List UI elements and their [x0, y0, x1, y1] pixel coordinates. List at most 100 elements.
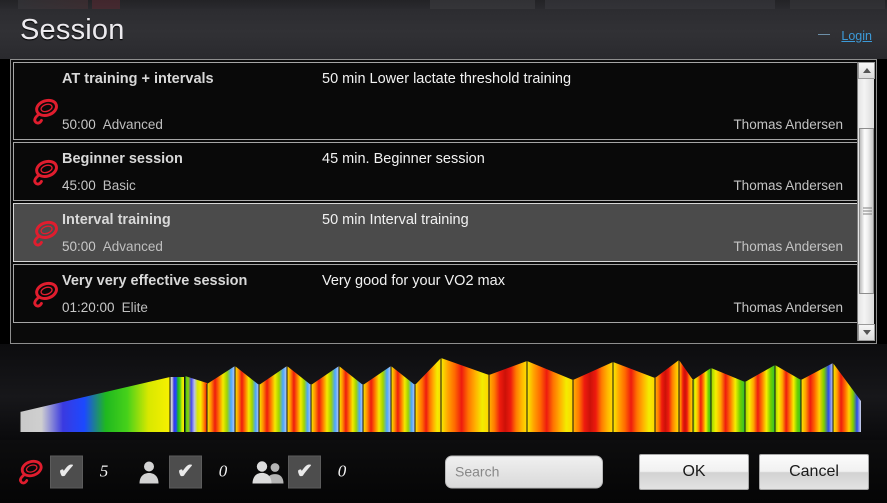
intensity-profile-canvas: [19, 358, 861, 432]
session-author: Thomas Andersen: [733, 117, 843, 132]
session-lasso-icon: [28, 218, 62, 248]
session-author: Thomas Andersen: [733, 300, 843, 315]
session-dialog: Session Login AT training + intervals 50 …: [0, 0, 887, 503]
session-description: Very good for your VO2 max: [322, 273, 505, 289]
filter-checkbox[interactable]: ✔: [169, 455, 202, 488]
bleed-blotch: [18, 0, 88, 9]
dialog-header: Session Login: [0, 9, 887, 59]
cancel-button[interactable]: Cancel: [759, 453, 869, 490]
intensity-bar: [833, 363, 861, 432]
session-meta: 50:00 Advanced: [62, 117, 163, 132]
session-author: Thomas Andersen: [733, 239, 843, 254]
session-level: Elite: [121, 300, 148, 315]
check-icon: ✔: [177, 460, 194, 483]
training-intensity-profile: [0, 344, 887, 440]
session-author: Thomas Andersen: [733, 178, 843, 193]
intensity-bar: [801, 363, 833, 432]
session-level: Advanced: [102, 117, 163, 132]
session-level: Basic: [102, 178, 136, 193]
intensity-bar: [170, 377, 184, 432]
filter-checkbox[interactable]: ✔: [288, 455, 321, 488]
minimize-dash-icon[interactable]: [818, 33, 831, 35]
session-list-item[interactable]: Beginner session 45 min. Beginner session…: [13, 142, 858, 201]
session-title: Beginner session: [62, 151, 183, 167]
page-title: Session: [20, 14, 125, 46]
session-lasso-icon: [33, 220, 58, 246]
intensity-bar: [489, 361, 527, 432]
session-description: 50 min Interval training: [322, 212, 469, 228]
intensity-bar: [613, 362, 655, 432]
intensity-bar: [693, 368, 711, 432]
session-list-panel: AT training + intervals 50 min Lower lact…: [10, 59, 877, 344]
intensity-bar: [20, 377, 170, 432]
session-meta: 01:20:00 Elite: [62, 300, 148, 315]
scroll-down-arrow-icon: [862, 330, 871, 335]
filter-counter-group: ✔ 0: [252, 455, 357, 488]
session-list-scrollbar[interactable]: [857, 62, 875, 341]
intensity-bar: [235, 366, 259, 432]
filter-count: 0: [218, 461, 228, 481]
intensity-bar: [207, 366, 235, 432]
intensity-bar: [711, 368, 745, 432]
intensity-bar: [391, 366, 415, 432]
bleed-blotch: [545, 0, 775, 9]
session-list-item[interactable]: Interval training 50 min Interval trainin…: [13, 203, 858, 262]
ok-button[interactable]: OK: [639, 453, 749, 490]
search-box[interactable]: [445, 455, 603, 488]
session-duration: 01:20:00: [62, 300, 115, 315]
person-icon: [139, 461, 159, 484]
session-list-item[interactable]: AT training + intervals 50 min Lower lact…: [13, 62, 858, 140]
grip-lines-icon: [863, 207, 872, 215]
session-lasso-icon: [28, 157, 62, 187]
session-level: Advanced: [102, 239, 163, 254]
header-actions: Login: [818, 29, 875, 43]
session-title: AT training + intervals: [62, 71, 214, 87]
check-icon: ✔: [296, 460, 313, 483]
people-group-icon: [252, 457, 284, 487]
filter-count: 0: [337, 461, 347, 481]
intensity-bar: [655, 360, 679, 432]
session-lasso-icon: [19, 459, 43, 485]
session-description: 50 min Lower lactate threshold training: [322, 71, 572, 87]
filter-counters: ✔ 5 ✔ 0 ✔ 0: [14, 455, 371, 488]
intensity-bar: [287, 366, 311, 432]
session-duration: 50:00: [62, 239, 96, 254]
session-list[interactable]: AT training + intervals 50 min Lower lact…: [13, 62, 858, 341]
dialog-footer: ✔5✔0✔0 OK Cancel: [0, 440, 887, 503]
person-icon: [133, 457, 165, 487]
scrollbar-thumb[interactable]: [859, 128, 874, 294]
intensity-bar: [415, 358, 441, 432]
filter-count: 5: [99, 461, 109, 481]
session-lasso-icon: [33, 98, 58, 125]
intensity-bar: [339, 366, 363, 432]
session-duration: 45:00: [62, 178, 96, 193]
filter-counter-group: ✔ 0: [133, 455, 238, 488]
bleed-blotch: [92, 0, 120, 9]
intensity-bar: [527, 361, 573, 432]
intensity-bar: [775, 365, 801, 432]
session-duration: 50:00: [62, 117, 96, 132]
intensity-bar: [745, 365, 775, 432]
scroll-down-button[interactable]: [858, 324, 875, 341]
filter-checkbox[interactable]: ✔: [50, 455, 83, 488]
people-group-icon: [252, 461, 284, 484]
intensity-bar: [441, 358, 489, 432]
intensity-bar: [679, 360, 693, 432]
session-title: Very very effective session: [62, 273, 248, 289]
login-link[interactable]: Login: [838, 29, 875, 43]
session-lasso-icon: [28, 279, 62, 309]
session-lasso-icon: [33, 281, 58, 307]
search-input[interactable]: [446, 456, 602, 487]
scroll-up-button[interactable]: [858, 62, 875, 79]
filter-counter-group: ✔ 5: [14, 455, 119, 488]
session-meta: 50:00 Advanced: [62, 239, 163, 254]
session-lasso-icon: [28, 96, 62, 126]
bleed-blotch: [790, 0, 885, 9]
intensity-bar: [363, 366, 391, 432]
session-list-item[interactable]: Very very effective session Very good for…: [13, 264, 858, 323]
bleed-blotch: [430, 0, 535, 9]
intensity-bar: [185, 376, 207, 432]
session-description: 45 min. Beginner session: [322, 151, 485, 167]
scroll-up-arrow-icon: [862, 68, 871, 73]
background-window-bleed: [0, 0, 887, 9]
